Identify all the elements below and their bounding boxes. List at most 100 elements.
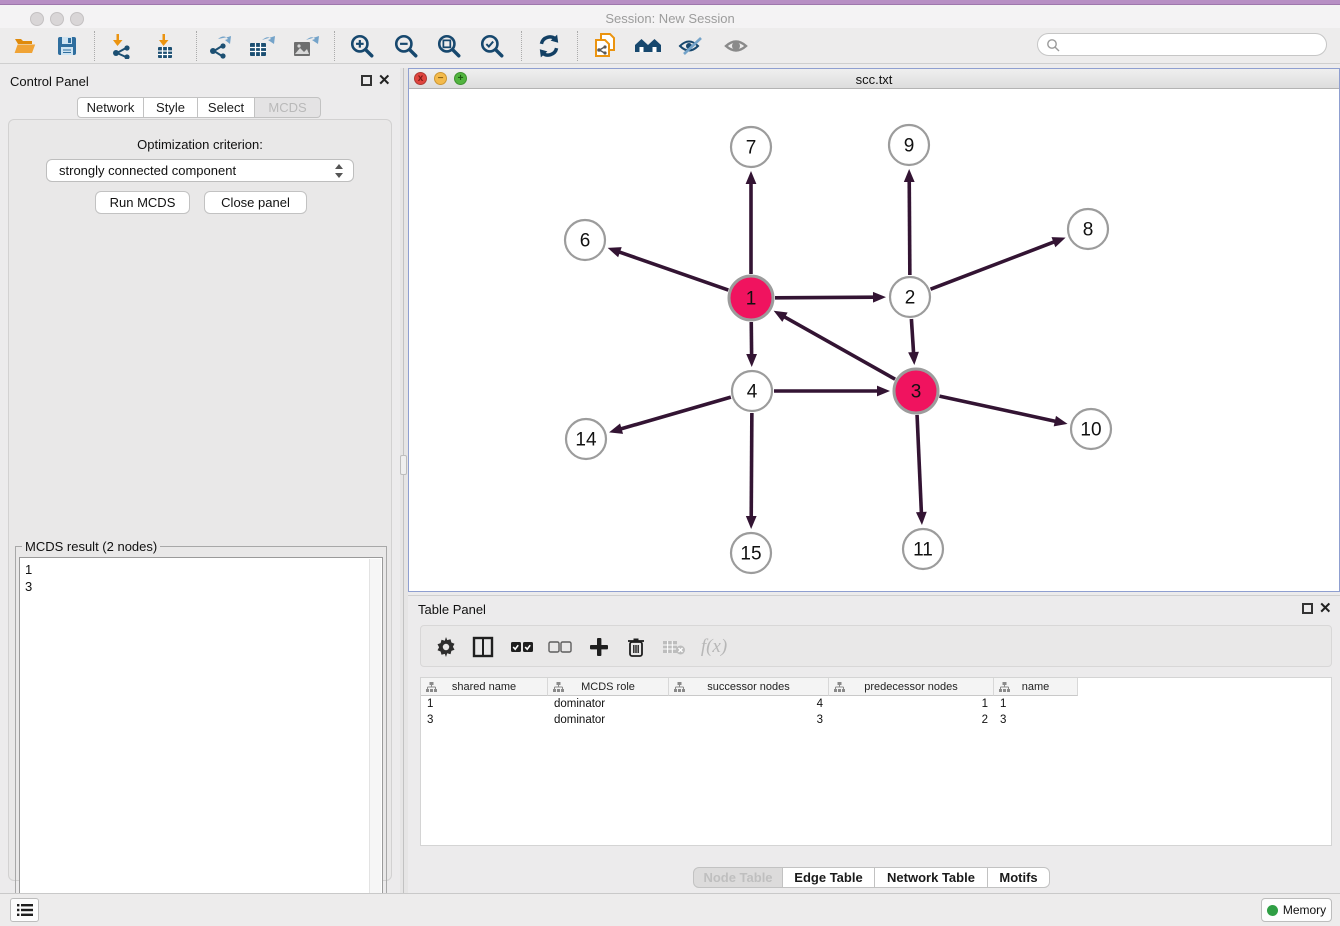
column-header-shared-name[interactable]: shared name	[421, 678, 548, 696]
zoom-out-button[interactable]	[389, 32, 423, 60]
tab-mcds[interactable]: MCDS	[255, 97, 321, 118]
zoom-in-icon	[349, 33, 375, 59]
show-columns-button[interactable]	[468, 632, 498, 662]
cell-shared-name[interactable]: 1	[421, 697, 548, 713]
edge-2-9[interactable]	[909, 180, 910, 275]
column-header-MCDS-role[interactable]: MCDS role	[548, 678, 669, 696]
search-input[interactable]	[1065, 38, 1326, 52]
result-line: 1	[25, 561, 382, 578]
edge-2-3[interactable]	[911, 319, 913, 354]
tab-style[interactable]: Style	[144, 97, 198, 118]
tab-select[interactable]: Select	[198, 97, 255, 118]
cell-successor-nodes[interactable]: 4	[669, 697, 829, 713]
node-table: shared nameMCDS rolesuccessor nodesprede…	[420, 677, 1332, 846]
result-scrollbar[interactable]	[369, 559, 381, 924]
open-folder-icon	[12, 34, 38, 58]
tab-motifs[interactable]: Motifs	[988, 867, 1050, 888]
show-all-button[interactable]	[719, 32, 753, 60]
plus-icon	[588, 636, 610, 658]
control-panel-close-icon[interactable]: ✕	[378, 71, 391, 89]
first-neighbors-button[interactable]	[631, 32, 665, 60]
delete-row-button[interactable]	[621, 632, 651, 662]
column-header-successor-nodes[interactable]: successor nodes	[669, 678, 829, 696]
memory-button[interactable]: Memory	[1261, 898, 1332, 922]
edge-3-11[interactable]	[917, 415, 921, 514]
export-image-button[interactable]	[289, 32, 323, 60]
edge-1-6[interactable]	[618, 252, 728, 291]
column-header-name[interactable]: name	[994, 678, 1078, 696]
table-panel-float-button[interactable]	[1302, 603, 1313, 614]
save-session-button[interactable]	[50, 32, 84, 60]
refresh-layout-button[interactable]	[532, 32, 566, 60]
graph-node-label: 6	[580, 231, 591, 252]
edge-4-15[interactable]	[751, 413, 752, 518]
splitter-handle[interactable]	[400, 455, 407, 475]
export-network-icon	[206, 33, 232, 59]
toolbar-separator	[94, 31, 95, 61]
edge-3-1[interactable]	[783, 316, 895, 379]
control-panel-float-button[interactable]	[361, 75, 372, 86]
tab-network[interactable]: Network	[77, 97, 144, 118]
criterion-dropdown[interactable]: strongly connected component	[46, 159, 354, 182]
table-row[interactable]: 3dominator323	[421, 713, 1078, 729]
edge-3-10[interactable]	[939, 396, 1056, 421]
tab-network-table[interactable]: Network Table	[875, 867, 988, 888]
apply-function-button[interactable]: f(x)	[693, 632, 735, 662]
select-all-button[interactable]	[507, 632, 537, 662]
fx-icon: f(x)	[701, 636, 727, 658]
cell-successor-nodes[interactable]: 3	[669, 713, 829, 729]
graph-node-label: 3	[911, 382, 922, 403]
delete-table-icon	[662, 638, 686, 656]
zoom-fit-button[interactable]	[432, 32, 466, 60]
cell-name[interactable]: 3	[994, 713, 1078, 729]
edge-arrowhead	[877, 386, 890, 397]
import-table-button[interactable]	[148, 32, 182, 60]
column-header-predecessor-nodes[interactable]: predecessor nodes	[829, 678, 994, 696]
cell-predecessor-nodes[interactable]: 1	[829, 697, 994, 713]
duplicate-network-button[interactable]	[588, 32, 622, 60]
export-image-icon	[292, 33, 320, 59]
tab-edge-table[interactable]: Edge Table	[783, 867, 875, 888]
cell-name[interactable]: 1	[994, 697, 1078, 713]
edge-4-14[interactable]	[620, 397, 731, 429]
edge-2-8[interactable]	[931, 241, 1056, 289]
search-field[interactable]	[1037, 33, 1327, 56]
cell-MCDS-role[interactable]: dominator	[548, 713, 669, 729]
edge-1-2[interactable]	[775, 297, 875, 298]
hide-selected-button[interactable]	[674, 32, 708, 60]
task-history-button[interactable]	[10, 898, 39, 922]
delete-column-button[interactable]	[659, 632, 689, 662]
zoom-in-button[interactable]	[345, 32, 379, 60]
tab-node-table[interactable]: Node Table	[693, 867, 783, 888]
table-settings-button[interactable]	[431, 632, 461, 662]
cell-predecessor-nodes[interactable]: 2	[829, 713, 994, 729]
cell-MCDS-role[interactable]: dominator	[548, 697, 669, 713]
edge-arrowhead	[908, 352, 919, 365]
zoom-selected-button[interactable]	[475, 32, 509, 60]
table-panel-close-icon[interactable]: ✕	[1319, 599, 1332, 617]
run-mcds-button[interactable]: Run MCDS	[95, 191, 190, 214]
open-session-button[interactable]	[8, 32, 42, 60]
cell-shared-name[interactable]: 3	[421, 713, 548, 729]
unselect-all-button[interactable]	[545, 632, 575, 662]
close-panel-button[interactable]: Close panel	[204, 191, 307, 214]
hierarchy-icon	[553, 682, 564, 692]
table-row[interactable]: 1dominator411	[421, 697, 1078, 713]
add-column-button[interactable]	[584, 632, 614, 662]
mcds-result-textarea[interactable]: 13	[19, 557, 383, 924]
import-network-button[interactable]	[104, 32, 138, 60]
mcds-panel: Optimization criterion: strongly connect…	[8, 119, 392, 881]
export-network-button[interactable]	[202, 32, 236, 60]
export-table-button[interactable]	[245, 32, 279, 60]
panel-splitter[interactable]	[400, 68, 408, 893]
memory-label: Memory	[1283, 903, 1326, 917]
graph-node-label: 15	[740, 544, 761, 565]
unchecked-boxes-icon	[548, 640, 572, 654]
edge-arrowhead	[1052, 237, 1066, 247]
graph-node-label: 11	[913, 540, 933, 561]
edge-arrowhead	[608, 247, 622, 257]
two-houses-icon	[633, 34, 663, 58]
network-window-titlebar[interactable]: x − + scc.txt	[409, 69, 1339, 89]
network-canvas[interactable]: 7968124314101511	[409, 89, 1339, 591]
trash-icon	[626, 636, 646, 658]
